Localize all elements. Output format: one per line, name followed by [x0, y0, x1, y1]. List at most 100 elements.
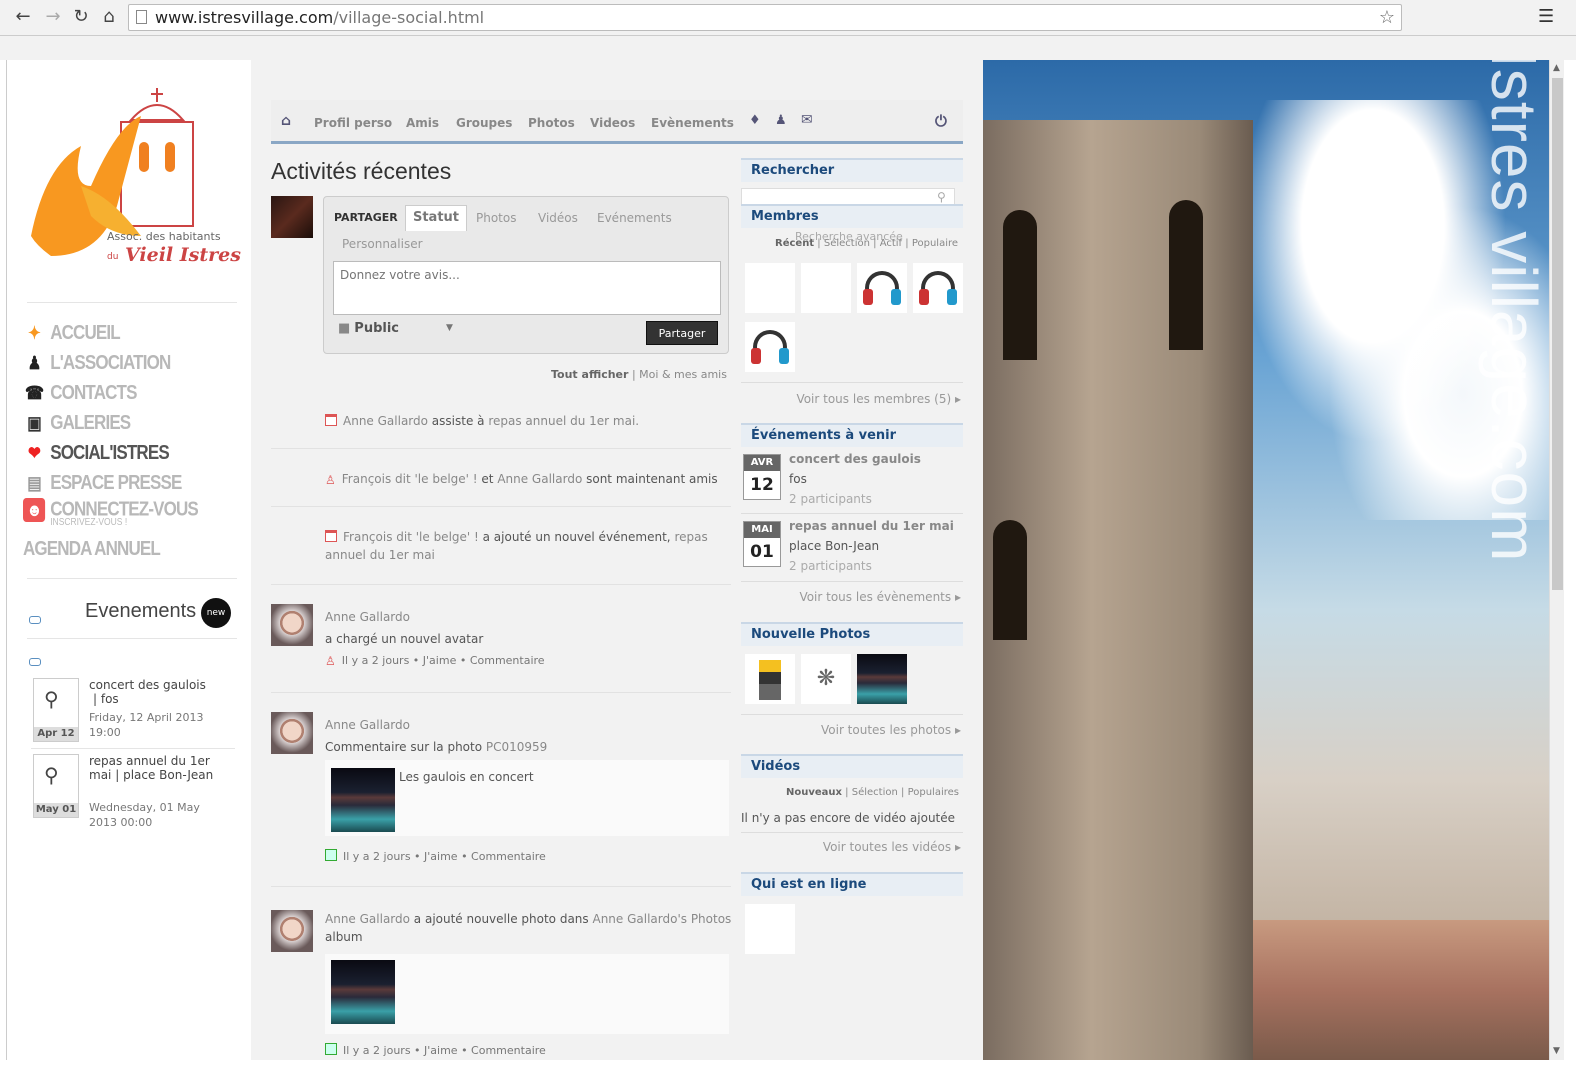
headphones-icon	[919, 271, 957, 305]
power-icon[interactable]: ⏻	[935, 112, 947, 130]
activity-meta[interactable]: Il y a 2 jours • J'aime • Commentaire	[343, 850, 546, 863]
search-header: Rechercher	[741, 158, 963, 182]
nav-galeries[interactable]: ▣ GALERIES	[23, 408, 206, 438]
all-videos-link[interactable]: Voir toutes les vidéos ▸	[823, 840, 961, 854]
photo-thumbnail[interactable]	[857, 654, 907, 704]
activity-meta[interactable]: Il y a 2 jours • J'aime • Commentaire	[343, 1044, 546, 1057]
tab-personnaliser[interactable]: Personnaliser	[342, 237, 423, 251]
forward-arrow-icon[interactable]: →	[42, 6, 64, 28]
activity-actor[interactable]: François dit 'le belge' !	[343, 530, 479, 544]
tab-evenements[interactable]: Evènements	[651, 116, 734, 130]
tab-photos[interactable]: Photos	[528, 116, 575, 130]
nav-association[interactable]: ♟ L'ASSOCIATION	[23, 348, 206, 378]
tab-profil-perso[interactable]: Profil perso	[314, 116, 392, 130]
upcoming-event[interactable]: MAI 01 repas annuel du 1er mai place Bon-…	[741, 519, 963, 581]
cartoon-figure	[759, 660, 781, 700]
filter-populaires[interactable]: Populaires	[908, 787, 959, 798]
activity-actor[interactable]: Anne Gallardo	[343, 414, 428, 428]
activity-actor[interactable]: François dit 'le belge' !	[342, 472, 478, 486]
upcoming-event[interactable]: AVR 12 concert des gaulois fos 2 particip…	[741, 452, 963, 514]
filter-nouveaux[interactable]: Nouveaux	[786, 787, 842, 798]
bell-icon[interactable]: ♦	[749, 113, 761, 128]
hamburger-menu-icon[interactable]: ☰	[1538, 6, 1554, 27]
status-input[interactable]	[333, 261, 721, 315]
online-user-avatar[interactable]	[745, 904, 795, 954]
member-avatar[interactable]	[801, 263, 851, 313]
photo-thumbnail[interactable]	[745, 654, 795, 704]
reload-icon[interactable]: ↻	[70, 6, 92, 28]
event-title[interactable]: repas annuel du 1er mai	[789, 519, 954, 533]
tab-videos[interactable]: Videos	[590, 116, 635, 130]
event-title[interactable]: concert des gaulois	[789, 452, 921, 466]
home-icon[interactable]: ⌂	[281, 113, 291, 129]
concert-photo[interactable]	[331, 960, 395, 1024]
tab-groupes[interactable]: Groupes	[456, 116, 512, 130]
member-avatar[interactable]	[913, 263, 963, 313]
site-logo[interactable]: Assoc. des habitants du Vieil Istres	[21, 86, 241, 282]
image-icon	[325, 1043, 337, 1055]
filter-populaire[interactable]: Populaire	[912, 238, 958, 249]
event-title[interactable]: repas annuel du 1er mai | place Bon-Jean	[89, 754, 229, 782]
member-avatar[interactable]	[857, 263, 907, 313]
concert-photo[interactable]	[331, 768, 395, 832]
filter-separator: |	[845, 787, 849, 798]
filter-actif[interactable]: Actif	[880, 238, 902, 249]
user-avatar[interactable]	[271, 604, 313, 646]
privacy-value: Public	[354, 321, 400, 336]
tab-share-evenements[interactable]: Evénements	[597, 211, 672, 225]
tab-share-videos[interactable]: Vidéos	[538, 211, 578, 225]
photo-thumbnail[interactable]: ❋	[801, 654, 851, 704]
photo-link[interactable]: PC010959	[486, 740, 547, 754]
activity-author[interactable]: Anne Gallardo	[325, 606, 735, 628]
page-scrollbar[interactable]: ▲ ▼	[1549, 60, 1564, 1060]
home-icon[interactable]: ⌂	[98, 6, 120, 28]
nav-espace-presse[interactable]: ▤ ESPACE PRESSE	[23, 468, 206, 498]
member-avatar[interactable]	[745, 322, 795, 372]
search-icon[interactable]: ⚲	[937, 190, 946, 204]
scroll-up-icon[interactable]: ▲	[1553, 63, 1560, 73]
nav-connectez-vous[interactable]: ☻ CONNECTEZ-VOUS INSCRIVEZ-VOUS !	[23, 498, 206, 528]
all-events-link[interactable]: Voir tous les évènements ▸	[799, 590, 961, 604]
activity-meta[interactable]: Il y a 2 jours • J'aime • Commentaire	[342, 654, 545, 667]
activity-target[interactable]: repas annuel du 1er mai.	[488, 414, 639, 428]
filter-recent[interactable]: Récent	[775, 238, 814, 249]
current-user-avatar[interactable]	[271, 196, 313, 238]
nav-socialistres[interactable]: ❤ SOCIAL'ISTRES	[23, 438, 206, 468]
user-avatar[interactable]	[271, 712, 313, 754]
friends-icon[interactable]: ♟	[775, 113, 787, 128]
scrollbar-thumb[interactable]	[1552, 78, 1563, 590]
envelope-icon[interactable]: ✉	[801, 112, 813, 128]
back-arrow-icon[interactable]: ←	[12, 6, 34, 28]
user-avatar[interactable]	[271, 910, 313, 952]
chevron-down-icon[interactable]: ▼	[446, 323, 453, 333]
album-link[interactable]: Anne Gallardo's Photos	[592, 912, 731, 926]
nav-agenda-annuel[interactable]: AGENDA ANNUEL	[23, 534, 206, 564]
share-button[interactable]: Partager	[646, 321, 718, 345]
members-header: Membres	[741, 204, 963, 228]
nav-contacts[interactable]: ☎ CONTACTS	[23, 378, 206, 408]
tab-statut[interactable]: Statut	[405, 205, 467, 231]
member-avatar[interactable]	[745, 263, 795, 313]
link-text: Voir toutes les vidéos	[822, 840, 952, 854]
scroll-down-icon[interactable]: ▼	[1553, 1046, 1560, 1056]
nav-accueil[interactable]: ✦ ACCUEIL	[23, 318, 206, 348]
privacy-select[interactable]: ■ Public	[338, 321, 399, 336]
activity-target[interactable]: Anne Gallardo	[497, 472, 582, 486]
filter-all[interactable]: Tout afficher	[551, 368, 628, 381]
sidebar-event-item[interactable]: ⚲ May 01 repas annuel du 1er mai | place …	[31, 754, 235, 829]
user-icon: ♙	[325, 654, 336, 668]
activity-author[interactable]: Anne Gallardo	[325, 714, 735, 736]
all-members-link[interactable]: Voir tous les membres (5) ▸	[796, 392, 961, 406]
filter-selection[interactable]: Sélection	[852, 787, 898, 798]
activity-author[interactable]: Anne Gallardo	[325, 912, 410, 926]
filter-selection[interactable]: Sélection	[824, 238, 870, 249]
tab-share-photos[interactable]: Photos	[476, 211, 516, 225]
star-icon[interactable]: ☆	[1379, 5, 1395, 30]
filter-mine[interactable]: Moi & mes amis	[639, 368, 727, 381]
sidebar-event-item[interactable]: ⚲ Apr 12 concert des gaulois | fos Friday,…	[31, 678, 235, 748]
tab-amis[interactable]: Amis	[406, 116, 439, 130]
event-title[interactable]: concert des gaulois | fos	[89, 678, 229, 706]
share-label: PARTAGER	[334, 211, 398, 224]
all-photos-link[interactable]: Voir toutes les photos ▸	[821, 723, 961, 737]
address-bar[interactable]: www.istresvillage.com/village-social.htm…	[128, 4, 1402, 31]
